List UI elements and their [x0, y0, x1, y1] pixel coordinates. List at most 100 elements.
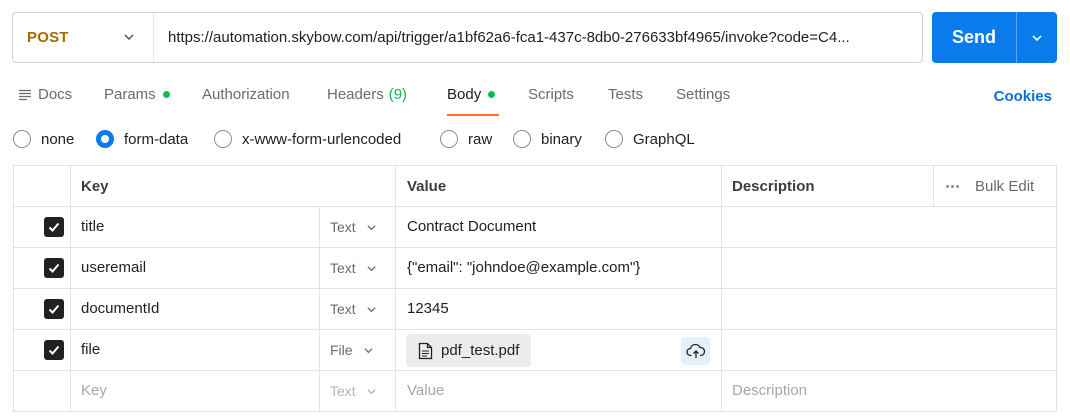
row-type-label: Text [330, 301, 356, 317]
row-type-select[interactable]: Text [330, 260, 377, 276]
chevron-down-icon [363, 347, 373, 353]
radio-circle [440, 130, 458, 148]
form-data-table: Key Value Description Bulk Edit title Te… [13, 165, 1057, 412]
tab-label: Scripts [528, 86, 574, 103]
row-type-select[interactable]: Text [330, 301, 377, 317]
check-icon [48, 345, 60, 355]
radio-raw[interactable]: raw [440, 130, 492, 148]
row-key[interactable]: file [81, 341, 100, 358]
url-input[interactable]: https://automation.skybow.com/api/trigge… [154, 29, 914, 46]
tab-label: Settings [676, 86, 731, 103]
row-type-select[interactable]: File [330, 342, 374, 358]
request-url-bar: POST https://automation.skybow.com/api/t… [12, 12, 923, 63]
radio-none[interactable]: none [13, 130, 74, 148]
row-type-select[interactable]: Text [330, 219, 377, 235]
row-type-label: Text [330, 219, 356, 235]
tab-docs[interactable]: Docs [18, 86, 72, 103]
tab-label: Tests [608, 86, 644, 103]
request-tabs: Docs Params Authorization Headers (9) Bo… [0, 78, 1070, 118]
row-divider [14, 370, 1056, 371]
radio-circle [214, 130, 232, 148]
check-icon [48, 222, 60, 232]
bulk-edit-button[interactable]: Bulk Edit [946, 178, 1034, 195]
indicator-dot [488, 91, 496, 98]
radio-x-www-form-urlencoded[interactable]: x-www-form-urlencoded [214, 130, 401, 148]
radio-label: GraphQL [633, 130, 695, 148]
new-row-type-select[interactable]: Text [330, 383, 377, 399]
row-enabled-checkbox[interactable] [44, 340, 64, 360]
cloud-upload-icon [685, 343, 705, 358]
new-description-placeholder[interactable]: Description [732, 382, 807, 399]
row-divider [14, 288, 1056, 289]
column-header-description: Description [732, 178, 815, 195]
tab-label: Params [104, 86, 156, 103]
tab-label: Authorization [202, 86, 290, 103]
method-label: POST [27, 29, 69, 46]
chevron-down-icon [367, 224, 376, 230]
body-type-selector: none form-data x-www-form-urlencoded raw… [0, 126, 1070, 154]
cookies-link[interactable]: Cookies [994, 88, 1052, 105]
chevron-down-icon [367, 265, 376, 271]
row-enabled-checkbox[interactable] [44, 258, 64, 278]
row-key[interactable]: useremail [81, 259, 146, 276]
upload-file-button[interactable] [681, 337, 710, 365]
row-key[interactable]: title [81, 218, 104, 235]
bulk-edit-label: Bulk Edit [975, 178, 1035, 195]
tab-scripts[interactable]: Scripts [528, 86, 574, 103]
radio-circle [513, 130, 531, 148]
chevron-down-icon [367, 388, 376, 394]
new-key-placeholder[interactable]: Key [81, 382, 107, 399]
tab-body[interactable]: Body [447, 86, 496, 103]
new-value-placeholder[interactable]: Value [407, 382, 444, 399]
column-divider [395, 166, 396, 411]
column-header-key: Key [81, 178, 109, 195]
row-divider [14, 329, 1056, 330]
chevron-down-icon [124, 34, 134, 41]
radio-label: form-data [124, 130, 189, 148]
file-icon [418, 342, 433, 359]
indicator-dot [162, 91, 170, 98]
row-enabled-checkbox[interactable] [44, 217, 64, 237]
radio-binary[interactable]: binary [513, 130, 582, 148]
tab-label: Body [447, 86, 482, 103]
tab-tests[interactable]: Tests [608, 86, 643, 103]
row-divider [14, 247, 1056, 248]
tab-params[interactable]: Params [104, 86, 170, 103]
tab-authorization[interactable]: Authorization [202, 86, 290, 103]
row-type-label: Text [330, 260, 356, 276]
tab-headers[interactable]: Headers (9) [327, 86, 407, 103]
radio-form-data[interactable]: form-data [96, 130, 188, 148]
column-divider [721, 166, 722, 411]
radio-circle-selected [96, 130, 114, 148]
tab-settings[interactable]: Settings [676, 86, 730, 103]
row-type-label: File [330, 342, 353, 358]
check-icon [48, 263, 60, 273]
file-chip[interactable]: pdf_test.pdf [406, 334, 532, 367]
doc-lines-icon [19, 89, 31, 100]
radio-circle [605, 130, 623, 148]
column-header-value: Value [407, 178, 447, 195]
radio-circle [13, 130, 31, 148]
radio-graphql[interactable]: GraphQL [605, 130, 695, 148]
radio-label: x-www-form-urlencoded [242, 130, 402, 148]
row-key[interactable]: documentId [81, 300, 159, 317]
send-button[interactable]: Send [932, 12, 1016, 63]
send-options-button[interactable] [1016, 12, 1057, 63]
chevron-down-icon [1032, 34, 1042, 41]
column-divider [70, 166, 71, 411]
active-tab-underline [447, 114, 499, 116]
file-name: pdf_test.pdf [441, 342, 520, 359]
tab-label: Headers [327, 86, 384, 103]
row-value[interactable]: {"email": "johndoe@example.com"} [407, 259, 640, 276]
check-icon [48, 304, 60, 314]
chevron-down-icon [367, 306, 376, 312]
row-enabled-checkbox[interactable] [44, 299, 64, 319]
row-value[interactable]: Contract Document [407, 218, 536, 235]
row-type-label: Text [330, 383, 356, 399]
column-divider [319, 207, 320, 411]
row-value[interactable]: 12345 [407, 300, 449, 317]
more-dots-icon [946, 185, 959, 188]
method-selector[interactable]: POST [13, 13, 154, 62]
row-divider [14, 206, 1056, 207]
radio-label: raw [468, 130, 493, 148]
